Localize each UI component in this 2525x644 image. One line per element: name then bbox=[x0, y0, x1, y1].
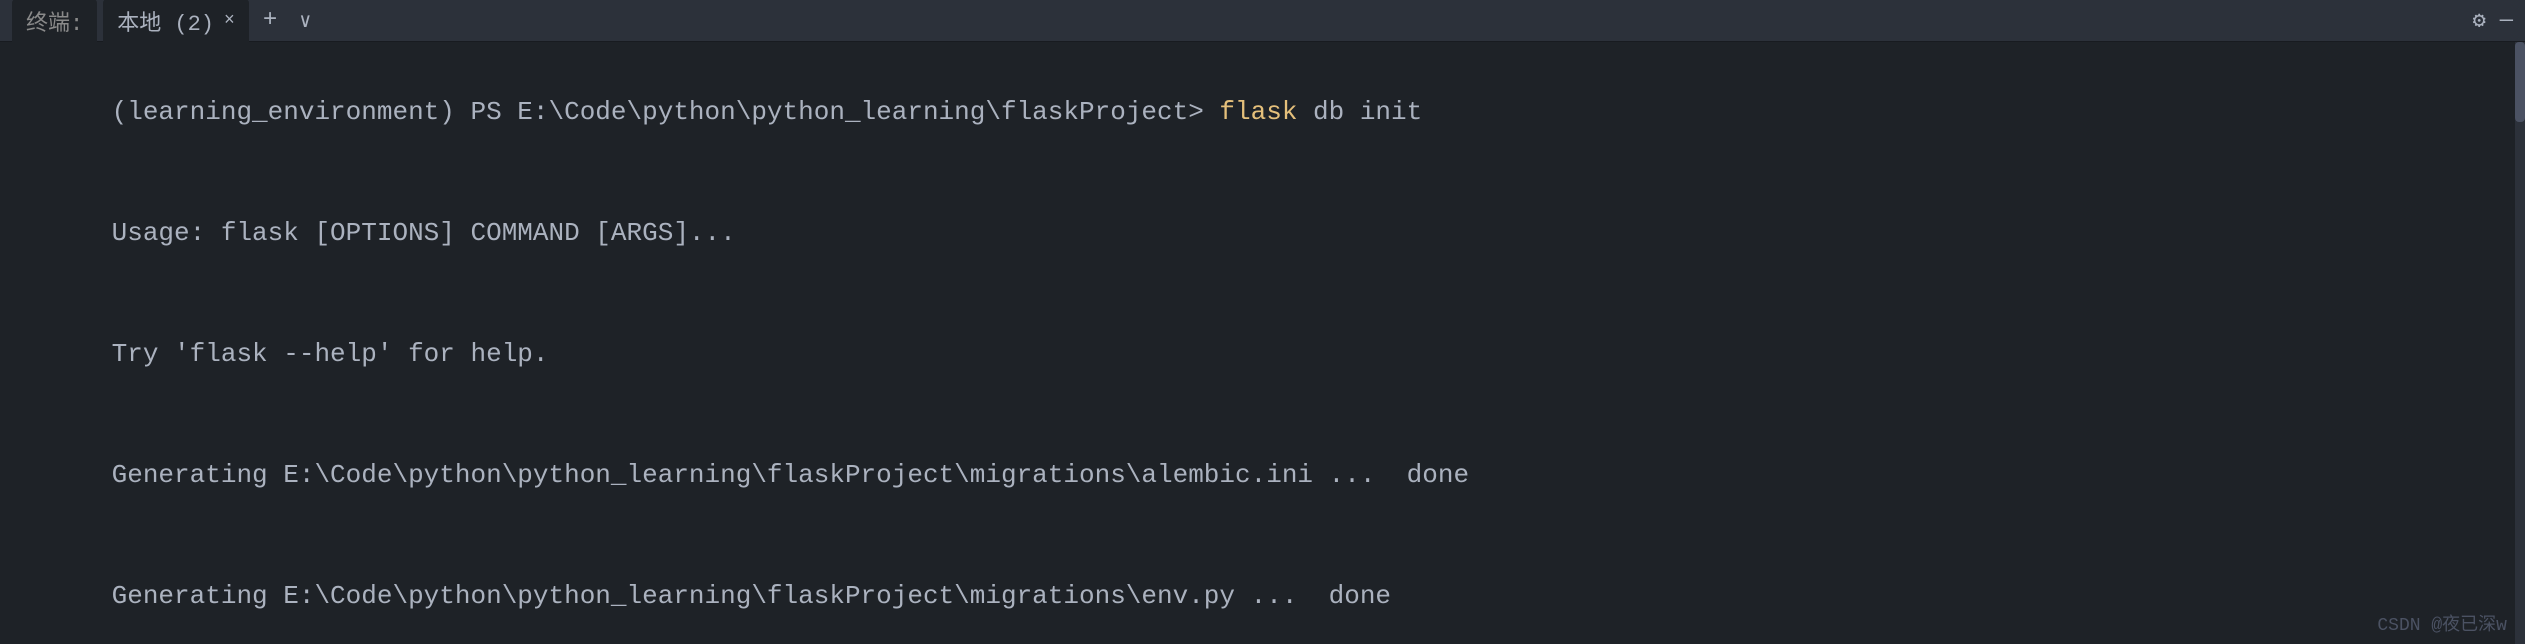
minimize-icon[interactable]: — bbox=[2500, 8, 2513, 33]
terminal-line: Generating E:\Code\python\python_learnin… bbox=[18, 415, 2507, 536]
title-bar-left: 终端: 本地 (2) × + ∨ bbox=[12, 0, 2473, 43]
gen-alembic: Generating E:\Code\python\python_learnin… bbox=[112, 460, 1469, 490]
terminal-body[interactable]: (learning_environment) PS E:\Code\python… bbox=[0, 42, 2525, 644]
terminal-window: 终端: 本地 (2) × + ∨ ⚙ — (learning_environme… bbox=[0, 0, 2525, 644]
db-init: db init bbox=[1297, 97, 1422, 127]
usage-text: Usage: flask [OPTIONS] COMMAND [ARGS]... bbox=[112, 218, 736, 248]
prompt: (learning_environment) PS E:\Code\python… bbox=[112, 97, 1220, 127]
terminal-line: (learning_environment) PS E:\Code\python… bbox=[18, 52, 2507, 173]
gen-env: Generating E:\Code\python\python_learnin… bbox=[112, 581, 1391, 611]
scrollbar-thumb[interactable] bbox=[2515, 42, 2525, 122]
tab-local-2[interactable]: 本地 (2) × bbox=[103, 0, 249, 43]
title-bar-right: ⚙ — bbox=[2473, 8, 2513, 34]
terminal-line: Usage: flask [OPTIONS] COMMAND [ARGS]... bbox=[18, 173, 2507, 294]
settings-icon[interactable]: ⚙ bbox=[2473, 8, 2486, 34]
terminal-line: Try 'flask --help' for help. bbox=[18, 294, 2507, 415]
scrollbar-area[interactable] bbox=[2515, 42, 2525, 644]
tab-name: 本地 (2) bbox=[117, 5, 214, 37]
tab-dropdown-button[interactable]: ∨ bbox=[291, 4, 319, 38]
tab-close-button[interactable]: × bbox=[224, 11, 235, 31]
terminal-line: Generating E:\Code\python\python_learnin… bbox=[18, 536, 2507, 644]
flask-command: flask bbox=[1219, 97, 1297, 127]
tab-add-button[interactable]: + bbox=[255, 3, 285, 38]
terminal-label: 终端: bbox=[12, 0, 97, 43]
title-bar: 终端: 本地 (2) × + ∨ ⚙ — bbox=[0, 0, 2525, 42]
watermark: CSDN @夜已深w bbox=[2377, 610, 2507, 636]
try-text: Try 'flask --help' for help. bbox=[112, 339, 549, 369]
